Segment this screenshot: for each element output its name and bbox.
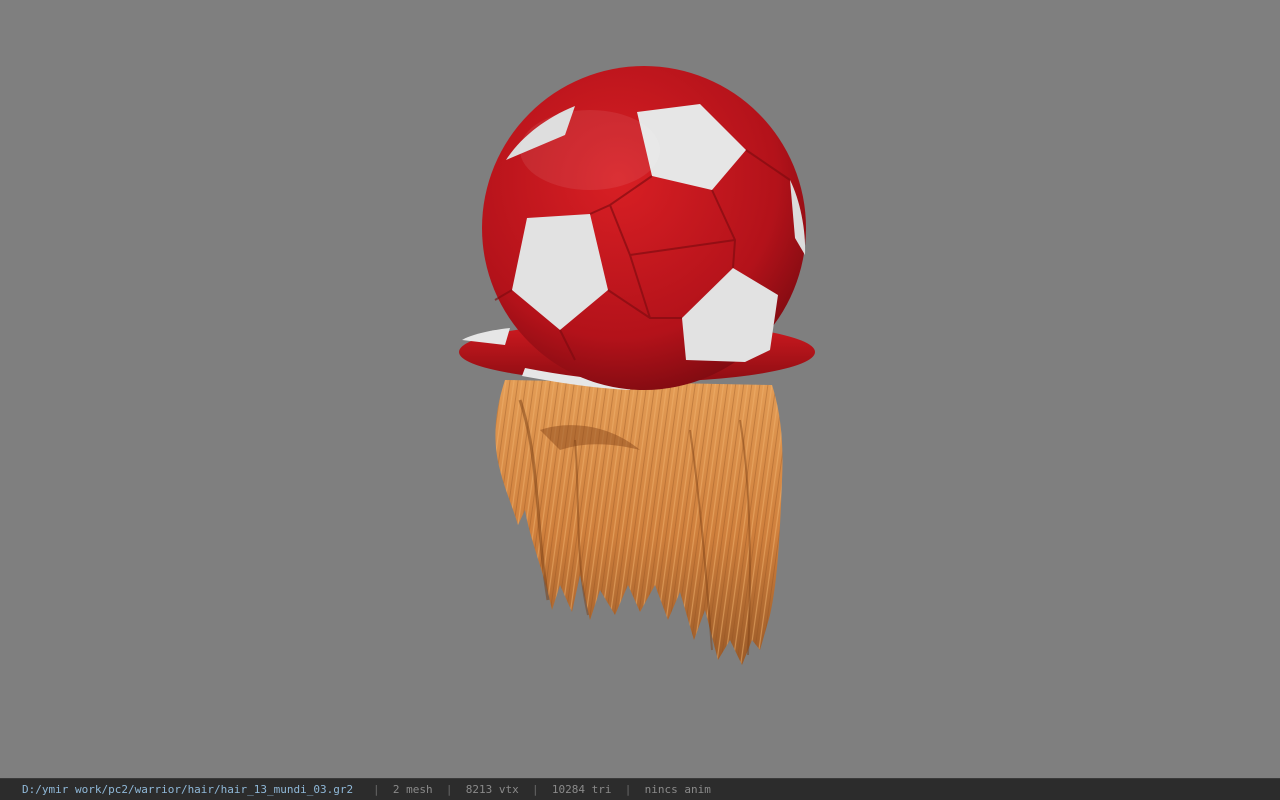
status-separator: | [373, 783, 380, 796]
model-render[interactable] [0, 0, 1280, 778]
soccer-ball [482, 66, 806, 390]
3d-viewport[interactable] [0, 0, 1280, 778]
status-bar: D:/ymir work/pc2/warrior/hair/hair_13_mu… [0, 778, 1280, 800]
status-separator: | [445, 783, 453, 796]
mesh-count: 2 mesh [392, 783, 433, 796]
file-path: D:/ymir work/pc2/warrior/hair/hair_13_mu… [22, 783, 354, 796]
status-separator: | [624, 783, 632, 796]
vertex-count: 8213 vtx [465, 783, 519, 796]
animation-status: nincs anim [644, 783, 711, 796]
triangle-count: 10284 tri [551, 783, 612, 796]
status-separator: | [532, 783, 539, 796]
hair-mesh [495, 380, 783, 665]
